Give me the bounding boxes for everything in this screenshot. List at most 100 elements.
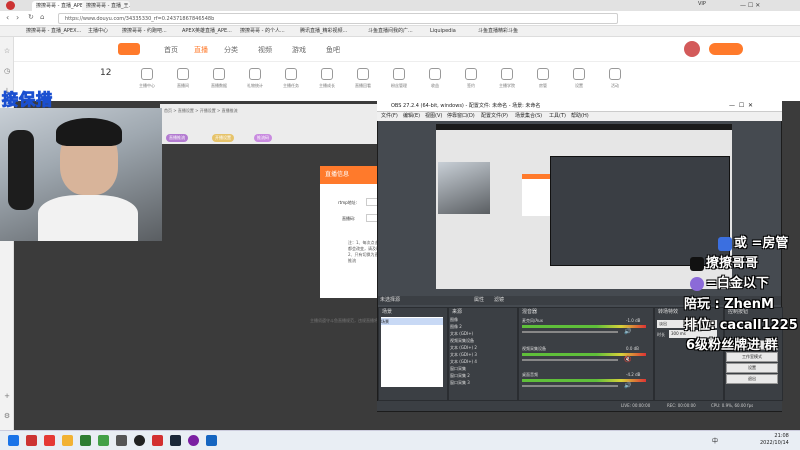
nav-live[interactable]: 直播: [194, 45, 208, 55]
income-icon: [429, 68, 441, 80]
language-indicator[interactable]: 中: [712, 436, 718, 445]
subnav-item[interactable]: 礼物统计: [242, 68, 268, 89]
bookmark-tab[interactable]: APEX英雄直播_APE...: [182, 27, 232, 36]
subnav-item[interactable]: 收益: [422, 68, 448, 89]
volume-slider[interactable]: [522, 385, 618, 387]
start-icon[interactable]: [8, 435, 19, 446]
source-item[interactable]: 窗口采集 3: [450, 379, 510, 387]
mute-icon[interactable]: 🔊: [624, 382, 631, 389]
tag[interactable]: 直播推流: [166, 134, 188, 142]
add-icon[interactable]: +: [3, 392, 11, 400]
obs-menu-file[interactable]: 文件(F): [381, 112, 398, 121]
gift-icon: [249, 68, 261, 80]
folder-icon[interactable]: [62, 435, 73, 446]
obs-menu-scenes[interactable]: 场景集合(S): [515, 112, 542, 121]
app-icon[interactable]: [98, 435, 109, 446]
subnav-item[interactable]: 直播间: [170, 68, 196, 89]
browser-logo-icon[interactable]: [6, 1, 15, 10]
start-live-button[interactable]: [709, 43, 743, 55]
tiktok-icon: [690, 256, 704, 271]
scene-item[interactable]: 场景: [381, 318, 443, 325]
vip-label[interactable]: VIP: [698, 1, 706, 7]
user-avatar[interactable]: [684, 41, 700, 57]
subnav-item[interactable]: 签约: [458, 68, 484, 89]
subnav-item[interactable]: 直播数据: [206, 68, 232, 89]
home-icon[interactable]: ⌂: [40, 13, 44, 21]
obs-menu-view[interactable]: 视图(V): [425, 112, 442, 121]
app-icon[interactable]: [80, 435, 91, 446]
obs-menu-help[interactable]: 帮助(H): [571, 112, 589, 121]
settings-icon[interactable]: ⚙: [3, 412, 11, 420]
app-icon[interactable]: [152, 435, 163, 446]
browser-tab[interactable]: 撩撩哥哥 - 直播_APEX...: [32, 1, 88, 11]
settings-button[interactable]: 设置: [726, 363, 778, 373]
rec-timer: REC: 00:00:00: [667, 403, 696, 408]
settings-icon: [573, 68, 585, 80]
back-icon[interactable]: ‹: [6, 13, 9, 22]
exit-button[interactable]: 退出: [726, 374, 778, 384]
webcam-person: [38, 195, 138, 241]
app-icon[interactable]: [116, 435, 127, 446]
subnav-item[interactable]: 房管: [530, 68, 556, 89]
search-icon[interactable]: [26, 435, 37, 446]
clock[interactable]: 21:08 2022/10/14: [760, 433, 789, 447]
app-icon[interactable]: [44, 435, 55, 446]
volume-slider[interactable]: [522, 331, 618, 333]
subnav-item[interactable]: 主播任务: [278, 68, 304, 89]
studio-mode-button[interactable]: 工作室模式: [726, 352, 778, 362]
mixer-channel-name: 桌面音频: [522, 372, 538, 377]
properties-button[interactable]: 属性: [474, 296, 484, 305]
nav-fishbar[interactable]: 鱼吧: [326, 45, 340, 55]
obs-menu-docks[interactable]: 停靠窗口(D): [447, 112, 475, 121]
steam-icon[interactable]: [170, 435, 181, 446]
bookmark-tab[interactable]: 撩撩哥哥 - 直播_APEX...: [26, 27, 81, 36]
subnav-item[interactable]: 活动: [602, 68, 628, 89]
nav-home[interactable]: 首页: [164, 45, 178, 55]
tag[interactable]: 开播设置: [212, 134, 234, 142]
subnav-item[interactable]: 直播回看: [350, 68, 376, 89]
obs-title-bar: OBS 27.2.4 (64-bit, windows) - 配置文件: 未命名…: [377, 100, 782, 112]
subnav-item[interactable]: 主播学院: [494, 68, 520, 89]
obs-menu-bar: 文件(F) 编辑(E) 视图(V) 停靠窗口(D) 配置文件(P) 场景集合(S…: [377, 112, 782, 121]
subnav-item[interactable]: 主播中心: [134, 68, 160, 89]
overlay-room-admin: 或 =房管: [718, 232, 788, 251]
volume-slider[interactable]: [522, 359, 618, 361]
obs-window-controls[interactable]: — ☐ ✕: [729, 100, 753, 112]
bookmark-tab[interactable]: 撩撩哥哥 - 的个人...: [240, 27, 285, 36]
nav-video[interactable]: 视频: [258, 45, 272, 55]
overlay-companion: 陪玩 : ZhenM: [684, 297, 774, 312]
bookmark-tab[interactable]: 腾讯直播_精彩视频...: [300, 27, 347, 36]
browser-tab[interactable]: 撩撩哥哥 - 直播_王...: [82, 1, 130, 11]
obs-icon[interactable]: [134, 435, 145, 446]
nav-game[interactable]: 游戏: [292, 45, 306, 55]
obs-menu-tools[interactable]: 工具(T): [549, 112, 566, 121]
history-icon[interactable]: ◷: [3, 67, 11, 75]
task-icon: [285, 68, 297, 80]
bookmark-tab[interactable]: Liquipedia: [430, 27, 456, 36]
subnav-item[interactable]: 设置: [566, 68, 592, 89]
bookmark-tab[interactable]: 主播中心: [88, 27, 108, 36]
muted-icon[interactable]: 🔇: [624, 356, 631, 363]
window-controls[interactable]: — ☐ ✕: [740, 2, 760, 9]
bookmark-tab[interactable]: 斗鱼直播精彩斗鱼: [478, 27, 518, 36]
mute-icon[interactable]: 🔊: [624, 328, 631, 335]
refresh-icon[interactable]: ↻: [28, 13, 34, 21]
url-field[interactable]: https://www.douyu.com/34335330_rf=0.2437…: [58, 13, 618, 24]
star-icon[interactable]: ☆: [3, 47, 11, 55]
filters-button[interactable]: 滤镜: [494, 296, 504, 305]
no-source-label: 未选择源: [380, 297, 401, 303]
forward-icon[interactable]: ›: [16, 13, 19, 22]
obs-menu-profile[interactable]: 配置文件(P): [481, 112, 508, 121]
obs-menu-edit[interactable]: 编辑(E): [403, 112, 420, 121]
app-icon[interactable]: [206, 435, 217, 446]
growth-icon: [321, 68, 333, 80]
subnav-item[interactable]: 粉丝管理: [386, 68, 412, 89]
bookmark-tab[interactable]: 撩撩哥哥 - 约跑吧...: [122, 27, 167, 36]
tag[interactable]: 推流码: [254, 134, 272, 142]
subnav-item[interactable]: 主播成长: [314, 68, 340, 89]
scenes-dock: 场景 场景: [378, 307, 448, 401]
douyu-logo[interactable]: [118, 43, 140, 55]
bookmark-tab[interactable]: 斗鱼直播间我的广...: [368, 27, 413, 36]
app-icon[interactable]: [188, 435, 199, 446]
nav-category[interactable]: 分类: [224, 45, 238, 55]
